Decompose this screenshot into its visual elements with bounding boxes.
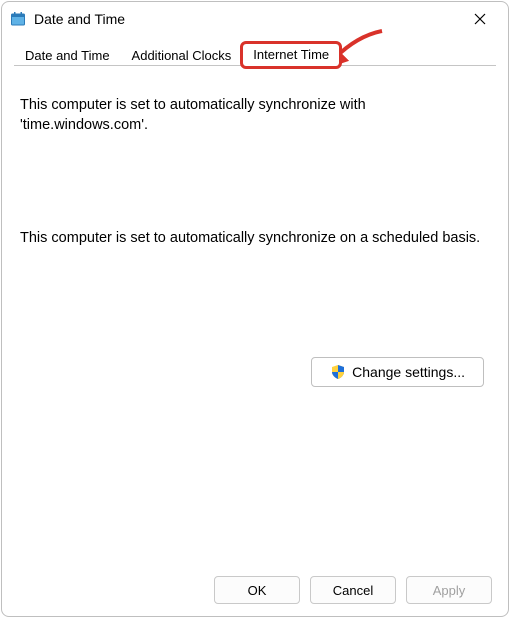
sync-schedule-message: This computer is set to automatically sy…: [20, 229, 490, 249]
tab-additional-clocks[interactable]: Additional Clocks: [121, 44, 243, 67]
change-settings-row: Change settings...: [20, 357, 490, 387]
window-title: Date and Time: [34, 11, 460, 27]
date-and-time-window: Date and Time Date and Time Additional C…: [1, 1, 509, 617]
change-settings-button[interactable]: Change settings...: [311, 357, 484, 387]
shield-icon: [330, 364, 346, 380]
tab-strip: Date and Time Additional Clocks Internet…: [2, 42, 508, 66]
calendar-icon: [10, 11, 26, 27]
tab-pane-internet-time: This computer is set to automatically sy…: [2, 66, 508, 564]
dialog-footer: OK Cancel Apply: [2, 564, 508, 616]
sync-server-message: This computer is set to automatically sy…: [20, 96, 490, 135]
tab-internet-time[interactable]: Internet Time: [242, 43, 340, 67]
change-settings-label: Change settings...: [352, 364, 465, 380]
ok-button[interactable]: OK: [214, 576, 300, 604]
close-icon: [474, 13, 486, 25]
cancel-button[interactable]: Cancel: [310, 576, 396, 604]
apply-button[interactable]: Apply: [406, 576, 492, 604]
titlebar: Date and Time: [2, 2, 508, 36]
close-button[interactable]: [460, 4, 500, 34]
tab-date-and-time[interactable]: Date and Time: [14, 44, 121, 67]
